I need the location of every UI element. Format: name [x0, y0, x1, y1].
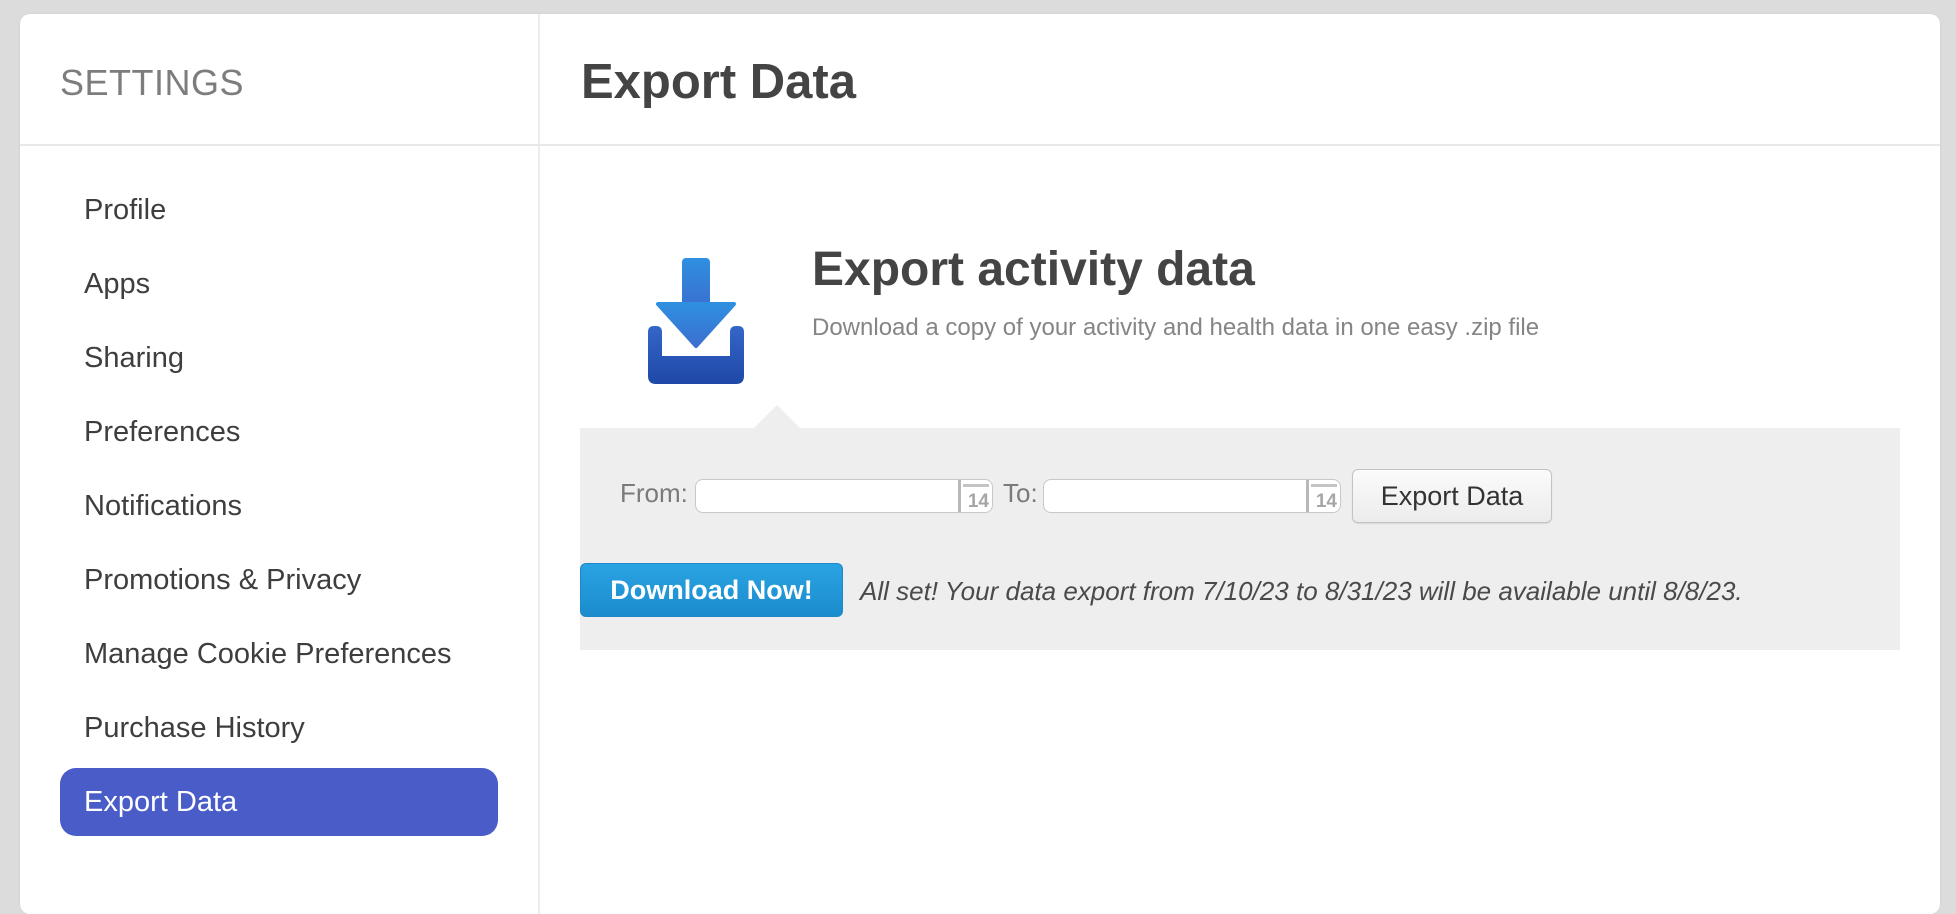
sidebar-item-promotions-privacy[interactable]: Promotions & Privacy [60, 546, 498, 614]
calendar-icon[interactable]: 14 [958, 480, 992, 512]
sidebar-item-export-data[interactable]: Export Data [60, 768, 498, 836]
sidebar-item-purchase-history[interactable]: Purchase History [60, 694, 498, 762]
download-icon [648, 258, 744, 384]
calendar-icon-day: 14 [1315, 491, 1337, 512]
sidebar-item-apps[interactable]: Apps [60, 250, 498, 318]
export-data-button[interactable]: Export Data [1352, 469, 1552, 523]
download-now-button[interactable]: Download Now! [580, 563, 843, 617]
calendar-icon[interactable]: 14 [1306, 480, 1340, 512]
settings-title: SETTINGS [60, 62, 245, 103]
sidebar-divider [538, 14, 540, 914]
calendar-icon-day: 14 [967, 491, 989, 512]
settings-card: SETTINGS Export Data Profile Apps Sharin… [20, 14, 1940, 914]
sidebar-item-preferences[interactable]: Preferences [60, 398, 498, 466]
sidebar-item-notifications[interactable]: Notifications [60, 472, 498, 540]
calendar-icon-bar [1311, 484, 1337, 487]
from-label: From: [620, 478, 688, 508]
from-date-field[interactable]: 14 [695, 479, 993, 513]
export-subheading: Download a copy of your activity and hea… [812, 314, 1540, 341]
to-date-field[interactable]: 14 [1043, 479, 1341, 513]
from-date-input[interactable] [702, 482, 956, 512]
to-date-input[interactable] [1050, 482, 1304, 512]
panel-pointer [753, 405, 801, 429]
sidebar-item-sharing[interactable]: Sharing [60, 324, 498, 392]
export-status-message: All set! Your data export from 7/10/23 t… [860, 576, 1743, 606]
page-title: Export Data [581, 55, 857, 109]
sidebar-item-profile[interactable]: Profile [60, 176, 498, 244]
calendar-icon-bar [963, 484, 989, 487]
sidebar-item-manage-cookie-preferences[interactable]: Manage Cookie Preferences [60, 620, 498, 688]
to-label: To: [1003, 478, 1038, 508]
export-heading: Export activity data [812, 243, 1255, 296]
settings-nav: Profile Apps Sharing Preferences Notific… [60, 176, 498, 842]
header-divider [20, 144, 1940, 146]
